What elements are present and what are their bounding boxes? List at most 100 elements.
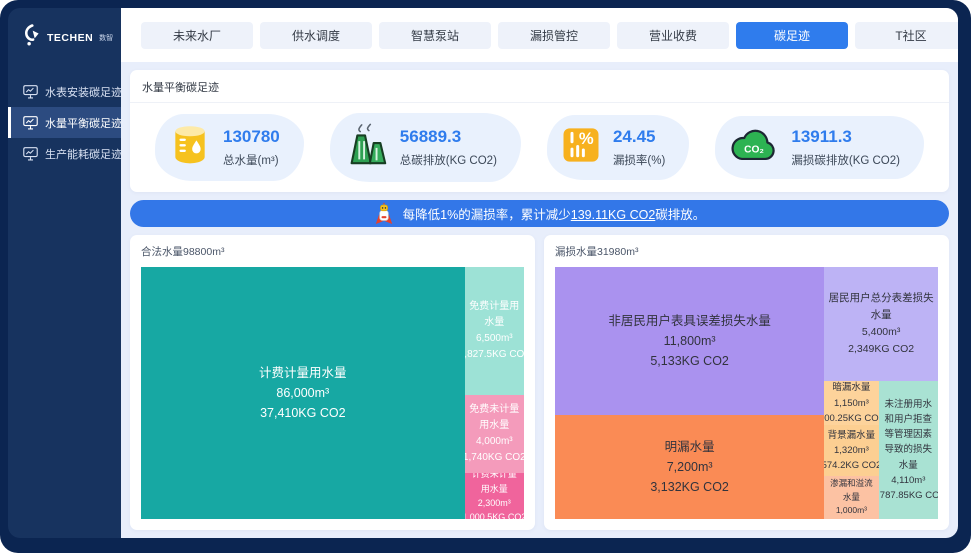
banner-prefix: 每降低1%的漏损率，累计减少 [402,208,571,222]
treemap-block-volume: 86,000m³ [276,386,330,400]
treemap-block[interactable]: 暗漏水量 1,150m³ 500.25KG CO2 [824,381,879,426]
treemap-block-volume: 1,320m³ [833,445,869,457]
sidebar-item-label: 水表安装碳足迹 [45,86,122,99]
tab-2[interactable]: 智慧泵站 [379,21,491,49]
monitor-chart-icon [23,146,38,161]
logo-icon [22,23,41,52]
treemap-block-volume: 4,110m³ [891,474,926,486]
sidebar-item-label: 水量平衡碳足迹 [45,117,122,130]
banner-highlight[interactable]: 139.11KG CO2 [571,208,656,222]
treemap-block-label: 水箱、水池渗漏和溢流水量 [830,478,873,502]
tab-1[interactable]: 供水调度 [260,21,372,49]
treemap-block[interactable]: 免费计量用水量 6,500m³ 2,827.5KG CO2 [464,267,524,396]
treemap-block-co2: 3,132KG CO2 [650,480,729,495]
sidebar-item-label: 生产能耗碳足迹 [45,148,122,161]
treemap-block-co2: 5,133KG CO2 [650,354,729,369]
sidebar-item-1[interactable]: 水量平衡碳足迹 [8,107,122,138]
stat-total-carbon: 56889.3 总碳排放(KG CO2) [329,113,521,182]
main-area: 未来水厂供水调度智慧泵站漏损管控营业收费碳足迹T社区 HI ,TECHEN 退出… [121,8,958,538]
treemap-block-label: 明漏水量 [664,440,715,455]
legal-water-treemap: 计费计量用水量 86,000m³ 37,410KG CO2 免费计量用水量 6,500m… [141,267,524,519]
stat-total-water: 130780 总水量(m³) [155,114,304,181]
tab-6[interactable]: T社区 [855,21,958,49]
treemap-block-label: 背景漏水量 [827,429,876,441]
app-window: TECHEN 数智 水表安装碳足迹 水量平衡碳足迹 生产能耗碳足迹 未来水厂 供水调度… [8,8,958,538]
treemap-block[interactable]: 免费未计量用水量 4,000m³ 1,740KG CO2 [464,395,524,474]
stat-text: 56889.3 总碳排放(KG CO2) [400,127,497,168]
treemap-block-volume: 11,800m³ [663,334,716,349]
treemap-block-volume: 6,500m³ [475,333,513,344]
topbar: 未来水厂供水调度智慧泵站漏损管控营业收费碳足迹T社区 HI ,TECHEN 退出… [121,8,958,62]
monitor-chart-icon [23,115,38,130]
treemap-block-co2: 435KG CO2 [828,518,874,520]
stat-value: 56889.3 [399,127,462,146]
stat-text: 130780 总水量(m³) [223,127,280,168]
banner-suffix: 碳排放。 [655,208,706,222]
tab-0[interactable]: 未来水厂 [141,21,253,49]
robot-mascot-icon [374,202,394,226]
tab-5[interactable]: 碳足迹 [736,21,848,49]
stat-leak-rate: % 24.45 漏损率(%) [546,115,690,180]
tab-3[interactable]: 漏损管控 [498,21,610,49]
treemap-block[interactable]: 计费未计量用水量 2,300m³ 1,000.5KG CO2 [464,473,524,519]
stat-label: 漏损率(%) [612,155,666,167]
treemap-block-co2: 37,410KG CO2 [260,406,346,420]
percent-chart-icon: % [560,124,602,171]
treemap-block[interactable]: 居民用户总分表差损失水量 5,400m³ 2,349KG CO2 [824,267,938,382]
treemap-block-co2: 1,000.5KG CO2 [464,512,524,519]
stat-leak-carbon: CO₂ 13911.3 漏损碳排放(KG CO2) [715,116,924,179]
content: 水量平衡碳足迹 130780 总水量(m³) 56889.3 总碳排放(KG C… [121,62,958,538]
treemap-block-volume: 1,150m³ [833,397,869,409]
app-frame: TECHEN 数智 水表安装碳足迹 水量平衡碳足迹 生产能耗碳足迹 未来水厂 供水调度… [0,0,971,553]
sidebar-item-0[interactable]: 水表安装碳足迹 [8,76,122,107]
treemap-panel-leak-water: 漏损水量31980m³ 非居民用户表具误差损失水量 11,800m³ 5,133KG… [544,235,949,530]
treemap-block-label: 居民用户总分表差损失水量 [828,292,934,322]
brand-suffix: 数智 [99,34,114,42]
treemap-block-label: 非居民用户表具误差损失水量 [608,314,771,329]
treemap-block-co2: 1,740KG CO2 [464,452,524,464]
treemap-block-volume: 7,200m³ [666,460,713,475]
treemap-block[interactable]: 未注册用水和用户拒查等管理因素导致的损失水量 4,110m³ 1,787.85KG … [878,381,938,519]
stats-panel: 水量平衡碳足迹 130780 总水量(m³) 56889.3 总碳排放(KG C… [130,70,949,192]
sidebar-menu: 水表安装碳足迹 水量平衡碳足迹 生产能耗碳足迹 [8,76,122,169]
sidebar-item-2[interactable]: 生产能耗碳足迹 [8,138,122,169]
monitor-chart-icon [23,84,38,99]
treemap-block-volume: 1,000m³ [835,505,868,516]
leak-water-treemap: 非居民用户表具误差损失水量 11,800m³ 5,133KG CO2 明漏水量 7,20… [555,267,938,519]
brand-name: TECHEN [47,31,94,44]
svg-text:%: % [579,129,594,148]
treemap-block-co2: 2,349KG CO2 [848,342,915,355]
treemap-block-label: 免费未计量用水量 [469,404,520,432]
treemap-block-volume: 4,000m³ [475,436,513,448]
factory-icon [343,122,389,173]
co2-cloud-icon: CO₂ [728,125,780,170]
water-tank-icon [168,123,212,172]
panel-title: 合法水量98800m³ [141,246,225,258]
panel-title: 漏损水量31980m³ [555,246,639,258]
treemap-block-label: 未注册用水和用户拒查等管理因素导致的损失水量 [884,398,933,471]
banner-text: 每降低1%的漏损率，累计减少139.11KG CO2碳排放。 [403,204,706,223]
treemap-block[interactable]: 非居民用户表具误差损失水量 11,800m³ 5,133KG CO2 [555,267,825,416]
treemap-block-label: 计费未计量用水量 [471,473,517,494]
treemap-block-label: 免费计量用水量 [469,301,520,328]
treemap-block-co2: 2,827.5KG CO2 [465,349,524,360]
treemap-panel-legal-water: 合法水量98800m³ 计费计量用水量 86,000m³ 37,410KG CO2 免… [130,235,535,530]
sidebar: TECHEN 数智 水表安装碳足迹 水量平衡碳足迹 生产能耗碳足迹 [8,8,122,538]
treemap-block[interactable]: 明漏水量 7,200m³ 3,132KG CO2 [555,415,825,519]
stat-value: 13911.3 [791,127,852,146]
leak-banner: 每降低1%的漏损率，累计减少139.11KG CO2碳排放。 [130,200,949,227]
treemap-panels: 合法水量98800m³ 计费计量用水量 86,000m³ 37,410KG CO2 免… [130,235,949,530]
stat-label: 漏损碳排放(KG CO2) [791,155,900,167]
stat-value: 130780 [223,127,280,146]
stat-text: 13911.3 漏损碳排放(KG CO2) [791,127,900,168]
treemap-block-label: 暗漏水量 [832,382,871,394]
stat-label: 总水量(m³) [223,155,279,167]
stats-row: 130780 总水量(m³) 56889.3 总碳排放(KG CO2) % 24… [142,103,937,182]
logo: TECHEN 数智 [8,8,121,64]
stat-label: 总碳排放(KG CO2) [399,155,497,167]
treemap-block[interactable]: 背景漏水量 1,320m³ 574.2KG CO2 [824,425,879,477]
treemap-block[interactable]: 计费计量用水量 86,000m³ 37,410KG CO2 [141,267,465,519]
tab-4[interactable]: 营业收费 [617,21,729,49]
treemap-block[interactable]: 水箱、水池渗漏和溢流水量 1,000m³ 435KG CO2 [824,476,879,520]
treemap-block-volume: 5,400m³ [861,326,901,339]
